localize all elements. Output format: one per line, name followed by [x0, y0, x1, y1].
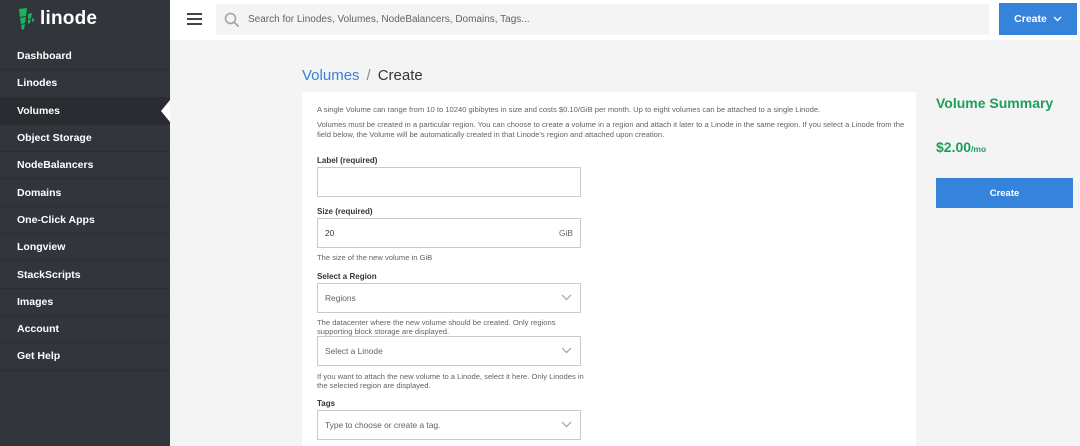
sidebar-item-object-storage[interactable]: Object Storage: [0, 125, 170, 153]
search-icon: [224, 12, 240, 27]
sidebar-nav: Dashboard Linodes Volumes Object Storage…: [0, 43, 170, 371]
linode-logo-icon: [19, 8, 34, 30]
sidebar-item-stackscripts[interactable]: StackScripts: [0, 261, 170, 289]
linode-select[interactable]: Select a Linode: [317, 336, 581, 366]
size-input-value: 20: [325, 228, 335, 238]
intro-text: A single Volume can range from 10 to 102…: [317, 105, 907, 145]
price-amount: $2.00: [936, 139, 972, 155]
size-input[interactable]: 20 GiB: [317, 218, 581, 248]
region-help-text: The datacenter where the new volume shou…: [317, 318, 556, 336]
sidebar-item-get-help[interactable]: Get Help: [0, 343, 170, 371]
chevron-down-icon: [561, 347, 572, 354]
chevron-down-icon: [561, 421, 572, 428]
breadcrumb-separator: /: [366, 67, 371, 84]
tags-field-label: Tags: [317, 399, 336, 408]
search-input[interactable]: Search for Linodes, Volumes, NodeBalance…: [248, 14, 530, 25]
intro-paragraph-1: A single Volume can range from 10 to 102…: [317, 105, 821, 114]
create-menu-button[interactable]: Create: [999, 3, 1077, 35]
sidebar-item-volumes[interactable]: Volumes: [0, 97, 170, 125]
create-menu-label: Create: [1014, 13, 1047, 25]
region-select-placeholder: Regions: [325, 293, 356, 303]
sidebar-item-longview[interactable]: Longview: [0, 234, 170, 262]
breadcrumb-link-volumes[interactable]: Volumes: [302, 67, 360, 84]
size-help-text: The size of the new volume in GiB: [317, 253, 433, 262]
create-volume-button[interactable]: Create: [936, 178, 1073, 208]
logo-text: linode: [40, 8, 98, 29]
intro-paragraph-2: Volumes must be created in a particular …: [317, 119, 905, 140]
sidebar-item-images[interactable]: Images: [0, 289, 170, 316]
label-field-label: Label (required): [317, 156, 378, 165]
linode-help-text: If you want to attach the new volume to …: [317, 372, 584, 390]
size-field-label: Size (required): [317, 207, 373, 216]
top-bar: Search for Linodes, Volumes, NodeBalance…: [170, 0, 1080, 40]
breadcrumb: Volumes / Create: [302, 67, 423, 84]
tags-input[interactable]: Type to choose or create a tag.: [317, 410, 581, 440]
sidebar: linode Dashboard Linodes Volumes Object …: [0, 0, 170, 446]
linode-select-placeholder: Select a Linode: [325, 346, 383, 356]
sidebar-item-account[interactable]: Account: [0, 316, 170, 344]
region-field-label: Select a Region: [317, 272, 377, 281]
size-unit: GiB: [559, 228, 573, 238]
sidebar-item-nodebalancers[interactable]: NodeBalancers: [0, 152, 170, 180]
sidebar-item-one-click-apps[interactable]: One-Click Apps: [0, 207, 170, 235]
sidebar-item-domains[interactable]: Domains: [0, 179, 170, 207]
volume-form-card: A single Volume can range from 10 to 102…: [302, 92, 916, 446]
label-input[interactable]: [317, 167, 581, 197]
search-bar[interactable]: Search for Linodes, Volumes, NodeBalance…: [216, 4, 989, 35]
linode-logo[interactable]: linode: [17, 7, 97, 31]
price-unit: /mo: [971, 144, 987, 154]
price-display: $2.00/mo: [936, 139, 986, 157]
chevron-down-icon: [561, 294, 572, 301]
menu-icon[interactable]: [187, 13, 202, 25]
sidebar-item-dashboard[interactable]: Dashboard: [0, 43, 170, 71]
tags-input-placeholder: Type to choose or create a tag.: [325, 420, 441, 430]
volume-summary-title: Volume Summary: [936, 95, 1054, 111]
region-select[interactable]: Regions: [317, 283, 581, 313]
chevron-down-icon: [1053, 16, 1062, 22]
sidebar-item-linodes[interactable]: Linodes: [0, 70, 170, 98]
page-title: Create: [377, 67, 423, 84]
